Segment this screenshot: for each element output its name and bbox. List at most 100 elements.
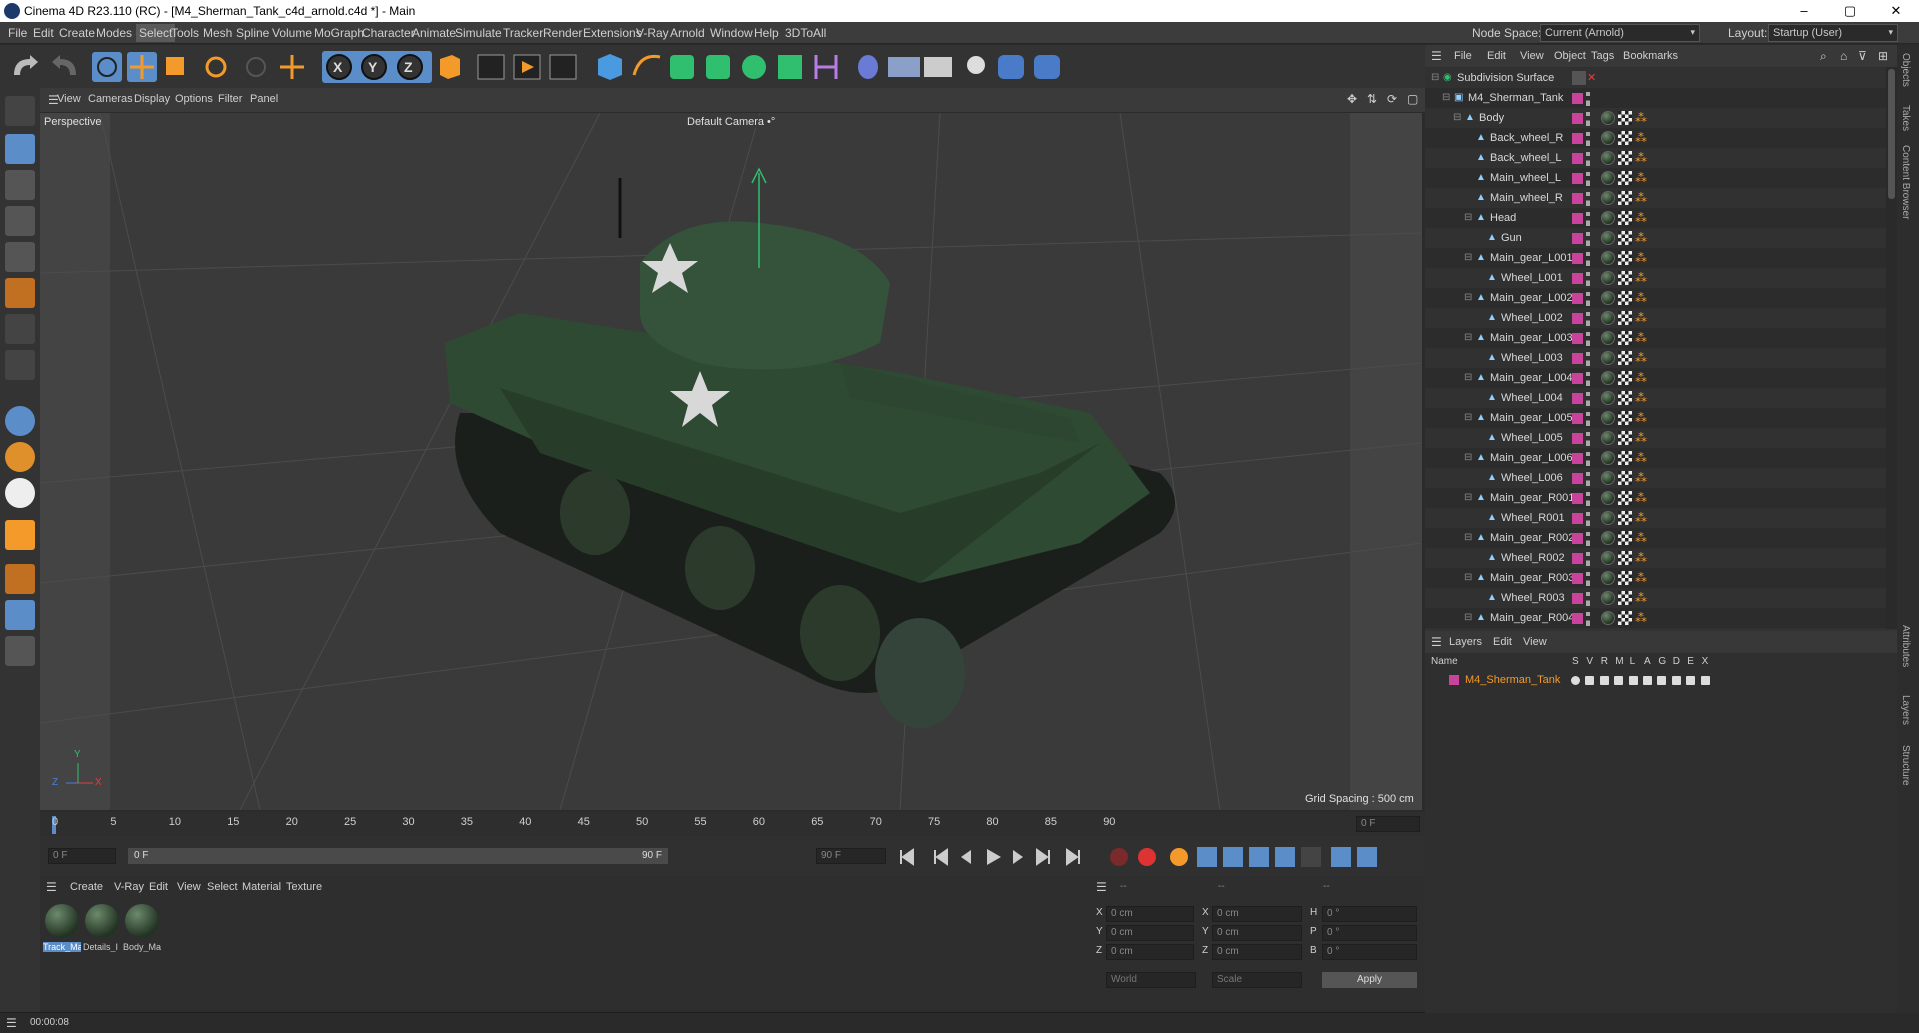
menu-3dtoall[interactable]: 3DToAll <box>785 26 826 40</box>
layer-color-icon[interactable] <box>1572 553 1583 564</box>
tree-expand-icon[interactable]: ⊟ <box>1453 112 1463 123</box>
menu-edit[interactable]: Edit <box>33 26 54 40</box>
size-field[interactable]: 0 cm <box>1212 925 1302 941</box>
object-row[interactable]: ⊟ ▲ Main_gear_L004 ⁂ <box>1425 368 1886 388</box>
visibility-dots-icon[interactable] <box>1586 212 1590 226</box>
tree-expand-icon[interactable]: ⊟ <box>1464 252 1474 263</box>
tree-expand-icon[interactable]: ⊟ <box>1464 412 1474 423</box>
next-frame-icon[interactable] <box>1013 850 1023 864</box>
live-selection-icon[interactable] <box>92 52 122 82</box>
material-tag-icon[interactable] <box>1601 511 1615 525</box>
uvw-tag-icon[interactable] <box>1618 491 1632 505</box>
subdivision-surface-icon[interactable] <box>670 55 694 79</box>
layer-color-icon[interactable] <box>1572 233 1583 244</box>
visibility-dots-icon[interactable] <box>1586 272 1590 286</box>
hamburger-icon[interactable]: ☰ <box>1431 49 1442 63</box>
layer-color-icon[interactable] <box>1572 393 1583 404</box>
tree-expand-icon[interactable]: ⊟ <box>1464 332 1474 343</box>
material-tag-icon[interactable] <box>1601 351 1615 365</box>
phong-tag-icon[interactable]: ⁂ <box>1635 111 1649 125</box>
menu-volume[interactable]: Volume <box>272 26 312 40</box>
object-row[interactable]: ⊟ ◉ Subdivision Surface ✕ <box>1425 68 1886 88</box>
layer-color-icon[interactable] <box>1572 313 1583 324</box>
polygons-mode-icon[interactable] <box>5 278 35 308</box>
visibility-dots-icon[interactable] <box>1586 392 1590 406</box>
layout-select[interactable]: Startup (User) ▾ <box>1768 24 1898 42</box>
phong-tag-icon[interactable]: ⁂ <box>1635 411 1649 425</box>
menu-extensions[interactable]: Extensions <box>583 26 642 40</box>
scale-key-icon[interactable] <box>1223 847 1243 867</box>
rotation-field[interactable]: 0 ° <box>1322 925 1417 941</box>
coordinate-system-icon[interactable] <box>440 55 460 79</box>
material-tag-icon[interactable] <box>1601 371 1615 385</box>
material-tag-icon[interactable] <box>1601 431 1615 445</box>
tree-expand-icon[interactable]: ⊟ <box>1464 372 1474 383</box>
array-icon[interactable] <box>778 55 802 79</box>
uvw-tag-icon[interactable] <box>1618 231 1632 245</box>
layer-color-icon[interactable] <box>1572 573 1583 584</box>
workplane-icon[interactable] <box>5 564 35 594</box>
uvw-tag-icon[interactable] <box>1618 431 1632 445</box>
object-row[interactable]: ▲ Wheel_L004 ⁂ <box>1425 388 1886 408</box>
object-row[interactable]: ⊟ ▲ Main_gear_L002 ⁂ <box>1425 288 1886 308</box>
tree-expand-icon[interactable]: ⊟ <box>1464 212 1474 223</box>
material-tag-icon[interactable] <box>1601 111 1615 125</box>
phong-tag-icon[interactable]: ⁂ <box>1635 151 1649 165</box>
material-tag-icon[interactable] <box>1601 411 1615 425</box>
material-menu-material[interactable]: Material <box>242 881 281 893</box>
tree-expand-icon[interactable]: ⊟ <box>1464 532 1474 543</box>
visibility-dots-icon[interactable] <box>1586 332 1590 346</box>
tree-expand-icon[interactable]: ⊟ <box>1464 572 1474 583</box>
filter-icon[interactable]: ⊽ <box>1858 49 1867 63</box>
locked-icon[interactable] <box>1628 676 1638 685</box>
menu-help[interactable]: Help <box>754 26 779 40</box>
material-menu-v-ray[interactable]: V-Ray <box>114 881 144 893</box>
locked-workplane-icon[interactable] <box>5 636 35 666</box>
menu-mograph[interactable]: MoGraph <box>314 26 364 40</box>
object-row[interactable]: ▲ Wheel_L005 ⁂ <box>1425 428 1886 448</box>
film-icon[interactable] <box>1357 847 1377 867</box>
render-icon[interactable] <box>1599 676 1609 685</box>
snap-settings-icon[interactable] <box>5 442 35 472</box>
material-menu-view[interactable]: View <box>177 881 201 893</box>
extrude-generator-icon[interactable] <box>706 55 730 79</box>
object-row[interactable]: ⊟ ▲ Body ⁂ <box>1425 108 1886 128</box>
object-row[interactable]: ▲ Main_wheel_L ⁂ <box>1425 168 1886 188</box>
phong-tag-icon[interactable]: ⁂ <box>1635 451 1649 465</box>
layer-column-m[interactable]: M <box>1615 656 1623 667</box>
menu-spline[interactable]: Spline <box>236 26 269 40</box>
cloner-icon[interactable] <box>742 55 766 79</box>
menu-v-ray[interactable]: V-Ray <box>636 26 669 40</box>
add-tool-icon[interactable] <box>280 55 304 79</box>
uvw-tag-icon[interactable] <box>1618 111 1632 125</box>
object-menu-edit[interactable]: Edit <box>1487 50 1506 62</box>
tree-expand-icon[interactable] <box>1475 272 1485 283</box>
make-editable-icon[interactable] <box>5 96 35 126</box>
layer-color-icon[interactable] <box>1449 675 1459 685</box>
layer-color-icon[interactable] <box>1572 613 1583 624</box>
uvw-tag-icon[interactable] <box>1618 511 1632 525</box>
visibility-dots-icon[interactable] <box>1586 92 1590 106</box>
tree-expand-icon[interactable] <box>1475 232 1485 243</box>
tab-objects[interactable]: Objects <box>1900 53 1911 87</box>
rotation-field[interactable]: 0 ° <box>1322 906 1417 922</box>
expressions-icon[interactable] <box>1686 676 1696 685</box>
layer-color-icon[interactable] <box>1572 333 1583 344</box>
object-menu-view[interactable]: View <box>1520 50 1544 62</box>
layer-column-v[interactable]: V <box>1586 656 1593 667</box>
uvw-tag-icon[interactable] <box>1618 471 1632 485</box>
object-row[interactable]: ⊟ ▲ Main_gear_R003 ⁂ <box>1425 568 1886 588</box>
material-tag-icon[interactable] <box>1601 491 1615 505</box>
menu-window[interactable]: Window <box>710 26 753 40</box>
uvw-tag-icon[interactable] <box>1618 571 1632 585</box>
quantize-icon[interactable] <box>5 478 35 508</box>
layer-color-icon[interactable] <box>1572 513 1583 524</box>
sound-icon[interactable] <box>1331 847 1351 867</box>
visibility-dots-icon[interactable] <box>1586 172 1590 186</box>
phong-tag-icon[interactable]: ⁂ <box>1635 291 1649 305</box>
uv-mode-icon[interactable] <box>5 314 35 344</box>
layer-menu-edit[interactable]: Edit <box>1493 636 1512 648</box>
hamburger-icon[interactable]: ☰ <box>6 1016 17 1030</box>
animation-icon[interactable] <box>1643 676 1652 685</box>
menu-tools[interactable]: Tools <box>171 26 199 40</box>
